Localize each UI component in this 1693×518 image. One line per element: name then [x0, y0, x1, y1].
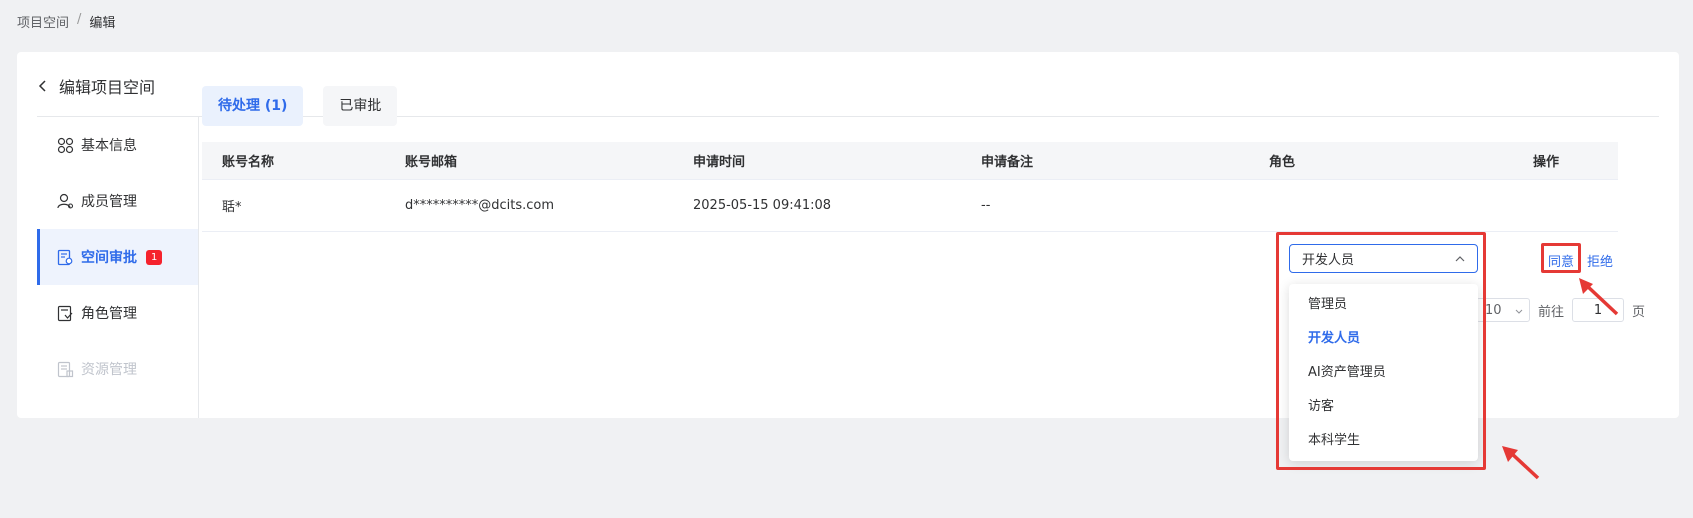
- sidebar-item-label: 成员管理: [81, 194, 137, 210]
- role-select[interactable]: 开发人员: [1289, 244, 1478, 273]
- cell-email: d**********@dcits.com: [405, 198, 555, 213]
- role-option-developer[interactable]: 开发人员: [1289, 322, 1478, 356]
- page-unit-label: 页: [1632, 304, 1646, 320]
- role-option-admin[interactable]: 管理员: [1289, 288, 1478, 322]
- column-header-note: 申请备注: [981, 155, 1034, 170]
- breadcrumb-parent[interactable]: 项目空间: [17, 12, 69, 31]
- role-option-undergraduate[interactable]: 本科学生: [1289, 424, 1478, 458]
- sidebar-item-basic-info[interactable]: 基本信息: [37, 117, 198, 173]
- user-icon: [57, 193, 74, 209]
- cell-time: 2025-05-15 09:41:08: [693, 198, 832, 213]
- grid-icon: [57, 137, 74, 153]
- role-option-visitor[interactable]: 访客: [1289, 390, 1478, 424]
- breadcrumb-separator: /: [77, 12, 82, 27]
- role-icon: [57, 305, 73, 321]
- sidebar-item-roles[interactable]: 角色管理: [37, 285, 198, 341]
- approval-tabs: 待处理 (1) 已审批: [202, 86, 398, 126]
- pending-count-badge: 1: [146, 249, 163, 265]
- role-dropdown-menu: 管理员 开发人员 AI资产管理员 访客 本科学生: [1289, 284, 1478, 461]
- cell-note: --: [981, 198, 991, 213]
- goto-page-input[interactable]: [1572, 298, 1625, 322]
- cell-account-name: 聒*: [222, 200, 242, 215]
- sidebar: 基本信息 成员管理 空间审批 1 角色管理 资源管理: [37, 117, 199, 418]
- resource-icon: [57, 361, 74, 377]
- tab-pending[interactable]: 待处理 (1): [202, 86, 304, 126]
- column-header-time: 申请时间: [693, 155, 746, 170]
- goto-label: 前往: [1538, 304, 1565, 320]
- sidebar-item-members[interactable]: 成员管理: [37, 173, 198, 229]
- page-size-select[interactable]: 10: [1476, 298, 1530, 322]
- role-option-ai-asset-admin[interactable]: AI资产管理员: [1289, 356, 1478, 390]
- breadcrumb-current: 编辑: [89, 16, 116, 31]
- sidebar-item-label: 角色管理: [81, 306, 137, 322]
- table-header: 账号名称 账号邮箱 申请时间 申请备注 角色 操作: [202, 142, 1618, 179]
- column-header-email: 账号邮箱: [405, 155, 458, 170]
- column-header-role: 角色: [1269, 155, 1296, 170]
- column-header-actions: 操作: [1533, 155, 1560, 170]
- role-select-value: 开发人员: [1302, 253, 1355, 268]
- sidebar-item-label: 资源管理: [81, 362, 137, 378]
- chevron-up-icon: [1455, 256, 1465, 262]
- arrow-icon: [1502, 446, 1540, 480]
- chevron-left-icon[interactable]: [37, 80, 49, 92]
- page-title: 编辑项目空间: [59, 78, 156, 97]
- approval-icon: [57, 249, 73, 265]
- reject-button[interactable]: 拒绝: [1587, 251, 1613, 270]
- column-header-account-name: 账号名称: [222, 155, 275, 170]
- sidebar-item-resources: 资源管理: [37, 341, 198, 397]
- sidebar-item-label: 基本信息: [81, 138, 137, 154]
- tab-approved[interactable]: 已审批: [323, 86, 398, 126]
- breadcrumb: 项目空间 / 编辑: [17, 12, 115, 31]
- chevron-down-icon: [1515, 309, 1523, 314]
- sidebar-item-label: 空间审批: [81, 250, 137, 266]
- table-row: 聒* d**********@dcits.com 2025-05-15 09:4…: [202, 179, 1618, 232]
- sidebar-item-approval[interactable]: 空间审批 1: [37, 229, 198, 285]
- approval-table: 账号名称 账号邮箱 申请时间 申请备注 角色 操作 聒* d**********…: [202, 142, 1618, 232]
- page-header: 编辑项目空间: [37, 74, 155, 98]
- agree-button[interactable]: 同意: [1548, 251, 1574, 270]
- page-size-value: 10: [1485, 302, 1502, 318]
- pagination: 10 前往 页: [1476, 298, 1645, 322]
